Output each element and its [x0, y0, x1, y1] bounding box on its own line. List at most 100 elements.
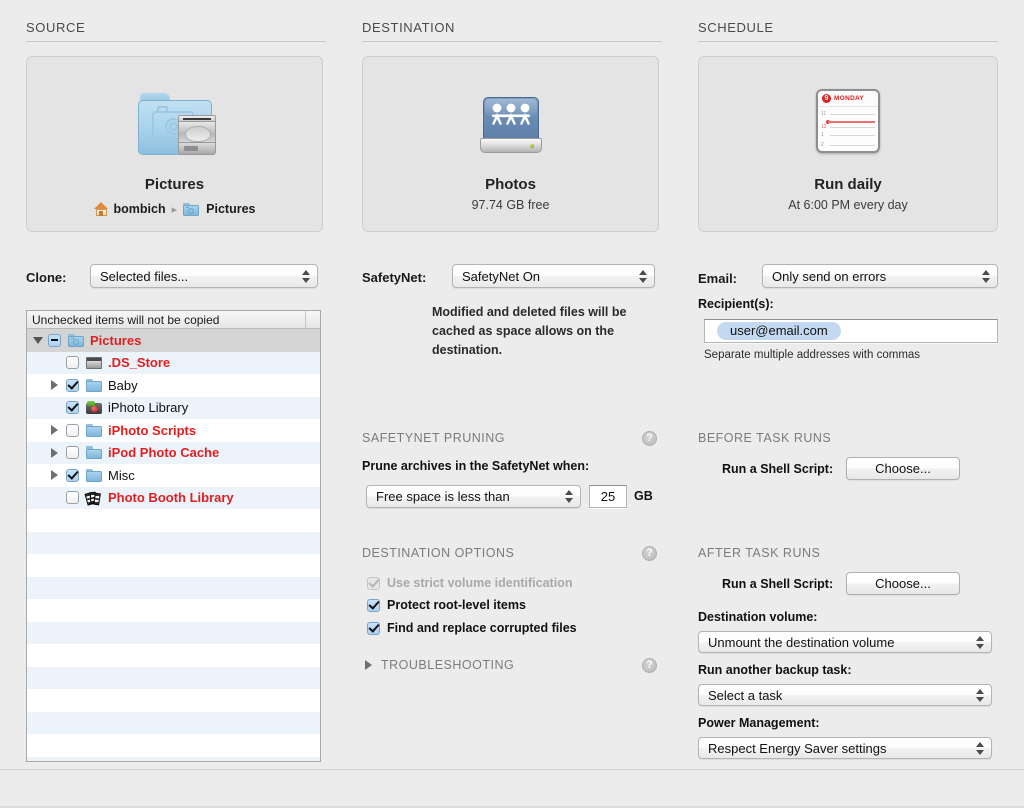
source-drop-well[interactable]: Pictures bombich ▸ Pictures [26, 56, 323, 232]
email-select[interactable]: Only send on errors [762, 264, 998, 288]
file-list-item[interactable]: .DS_Store [27, 351, 320, 374]
another-task-select[interactable]: Select a task [698, 684, 992, 706]
file-item-name: iPhoto Library [108, 400, 189, 416]
power-management-label: Power Management: [698, 716, 820, 730]
file-list-empty-row [27, 666, 320, 689]
file-list-item[interactable]: Baby [27, 374, 320, 397]
disclosure-triangle-icon[interactable] [51, 470, 58, 481]
file-item-checkbox[interactable] [66, 378, 79, 392]
pruning-unit-label: GB [634, 489, 653, 503]
option-find-replace-corrupted[interactable]: Find and replace corrupted files [367, 621, 577, 635]
file-list-item[interactable]: Photo Booth Library [27, 486, 320, 509]
troubleshooting-help-icon[interactable]: ? [642, 658, 657, 673]
clone-select[interactable]: Selected files... [90, 264, 318, 288]
file-item-checkbox[interactable] [66, 423, 79, 437]
before-script-choose-button[interactable]: Choose... [846, 457, 960, 480]
destination-drop-well[interactable]: Photos 97.74 GB free [362, 56, 659, 232]
calendar-hour-11: 11 [821, 111, 827, 117]
schedule-drop-well[interactable]: 9 MONDAY 11 12 1 2 Run daily At 6:00 PM … [698, 56, 998, 232]
after-task-runs-header: AFTER TASK RUNS [698, 546, 821, 560]
file-item-checkbox[interactable] [66, 491, 79, 505]
disclosure-triangle-icon[interactable] [51, 425, 58, 436]
checkbox-find-replace-corrupted[interactable] [367, 621, 380, 635]
file-item-icon [84, 491, 108, 506]
file-list-item[interactable]: iPhoto Library [27, 396, 320, 419]
recipients-input[interactable]: user@email.com [704, 319, 998, 343]
file-item-icon [86, 423, 108, 437]
file-item-checkbox[interactable] [66, 446, 79, 460]
destination-column-header: DESTINATION [362, 20, 456, 35]
checkbox-protect-root-level[interactable] [367, 598, 380, 612]
chevron-updown-icon [301, 268, 310, 284]
twisty-slot [51, 380, 66, 391]
file-list-rows[interactable]: Pictures .DS_Store Baby iPhoto Library iPhot… [27, 329, 320, 761]
chevron-updown-icon [975, 687, 984, 703]
folder-icon [86, 446, 102, 460]
schedule-icon: 9 MONDAY 11 12 1 2 [699, 87, 997, 153]
file-item-checkbox[interactable] [66, 401, 79, 415]
recipient-token[interactable]: user@email.com [717, 322, 841, 340]
troubleshooting-header: TROUBLESHOOTING [381, 658, 515, 672]
another-task-value: Select a task [708, 687, 783, 703]
email-select-value: Only send on errors [772, 268, 887, 284]
file-list-item[interactable]: Pictures [27, 329, 320, 352]
file-list-item[interactable]: iPod Photo Cache [27, 441, 320, 464]
calendar-day: MONDAY [834, 95, 865, 102]
source-column-header: SOURCE [26, 20, 86, 35]
power-management-select[interactable]: Respect Energy Saver settings [698, 737, 992, 759]
checkbox-slot[interactable] [66, 356, 86, 370]
checkbox-slot[interactable] [66, 401, 86, 415]
file-item-checkbox[interactable] [48, 333, 61, 347]
checkbox-slot[interactable] [66, 446, 86, 460]
checkbox-slot[interactable] [66, 468, 86, 482]
file-item-icon [86, 468, 108, 482]
destination-options-help-icon[interactable]: ? [642, 546, 657, 561]
checkbox-slot[interactable] [48, 333, 68, 347]
file-list-empty-row [27, 756, 320, 761]
folder-icon [86, 468, 102, 482]
source-file-list[interactable]: Unchecked items will not be copied Pictu… [26, 310, 321, 762]
destination-volume-select[interactable]: Unmount the destination volume [698, 631, 992, 653]
file-item-icon [86, 446, 108, 460]
chevron-updown-icon [975, 740, 984, 756]
safetynet-pruning-help-icon[interactable]: ? [642, 431, 657, 446]
file-item-icon [68, 333, 90, 347]
calendar-icon: 9 MONDAY 11 12 1 2 [816, 89, 880, 153]
pruning-amount-input[interactable]: 25 [589, 485, 627, 508]
schedule-header-rule [698, 41, 998, 42]
checkbox-slot[interactable] [66, 378, 86, 392]
pruning-rule-select[interactable]: Free space is less than [366, 485, 581, 508]
file-item-checkbox[interactable] [66, 356, 79, 370]
disclosure-triangle-icon[interactable] [33, 336, 43, 344]
email-label: Email: [698, 271, 738, 286]
file-item-name: iPod Photo Cache [108, 445, 220, 461]
after-script-label: Run a Shell Script: [722, 577, 834, 591]
file-list-item[interactable]: iPhoto Scripts [27, 419, 320, 442]
disclosure-triangle-icon[interactable] [365, 660, 372, 670]
pictures-folder-icon [183, 202, 200, 216]
safetynet-label: SafetyNet: [362, 270, 427, 285]
file-list-header: Unchecked items will not be copied [27, 311, 320, 329]
option-protect-root-level[interactable]: Protect root-level items [367, 598, 526, 612]
power-management-value: Respect Energy Saver settings [708, 740, 887, 756]
file-list-empty-row [27, 734, 320, 757]
shared-network-drive-icon [479, 93, 542, 155]
safetynet-select[interactable]: SafetyNet On [452, 264, 655, 288]
destination-volume-value: Unmount the destination volume [708, 634, 895, 650]
troubleshooting-disclosure[interactable]: TROUBLESHOOTING [365, 658, 514, 672]
file-item-name: Baby [108, 377, 138, 393]
pictures-folder-icon [68, 333, 84, 347]
file-list-empty-row [27, 509, 320, 532]
after-script-choose-button[interactable]: Choose... [846, 572, 960, 595]
disclosure-triangle-icon[interactable] [51, 380, 58, 391]
file-list-item[interactable]: Misc [27, 464, 320, 487]
pruning-prompt: Prune archives in the SafetyNet when: [362, 459, 590, 473]
option-protect-root-level-label: Protect root-level items [387, 598, 526, 612]
disclosure-triangle-icon[interactable] [51, 447, 58, 458]
after-script-choose-label: Choose... [875, 576, 931, 591]
recipients-hint: Separate multiple addresses with commas [704, 349, 921, 361]
file-item-checkbox[interactable] [66, 468, 79, 482]
checkbox-slot[interactable] [66, 423, 86, 437]
checkbox-slot[interactable] [66, 491, 86, 505]
clone-label: Clone: [26, 270, 67, 285]
